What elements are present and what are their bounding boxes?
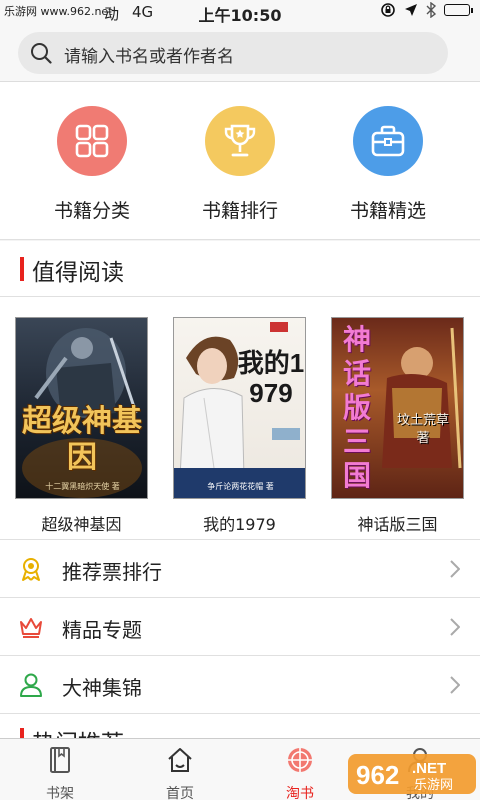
book-card[interactable]: 超级神基因 十二翼黑暗炽天使 著 超级神基因 xyxy=(15,317,148,535)
list-item-label: 大神集锦 xyxy=(62,676,142,700)
tab-label: 书架 xyxy=(46,786,74,800)
book-cover[interactable]: 超级神基因 十二翼黑暗炽天使 著 xyxy=(15,317,148,499)
list-item-label: 精品专题 xyxy=(62,618,142,642)
category-book-classify[interactable]: 书籍分类 xyxy=(22,106,162,223)
book-cover[interactable]: 我的1979 争斤论两花花帽 著 xyxy=(173,317,306,499)
battery-icon xyxy=(444,4,473,16)
category-shortcuts: 书籍分类 书籍排行 书籍精选 xyxy=(0,82,480,240)
section-header-recommend: 值得阅读 xyxy=(0,241,480,297)
briefcase-icon xyxy=(353,106,423,176)
list-item-master-collection[interactable]: 大神集锦 xyxy=(0,656,480,714)
cover-title-text: 我的1979 xyxy=(237,348,305,408)
section-title: 值得阅读 xyxy=(32,260,124,286)
cover-author-text: 争斤论两花花帽 著 xyxy=(207,482,274,491)
ribbon-icon xyxy=(22,558,40,581)
grid-icon xyxy=(57,106,127,176)
list-item-premium-topics[interactable]: 精品专题 xyxy=(0,598,480,656)
bluetooth-icon xyxy=(426,2,436,18)
search-bar[interactable]: 请输入书名或者作者名 xyxy=(18,32,448,74)
tab-explore[interactable]: 淘书 xyxy=(240,745,360,800)
home-icon xyxy=(168,748,192,772)
crown-icon xyxy=(20,618,42,638)
cover-author-text: 坟土荒草 著 xyxy=(396,413,449,446)
cover-art-man xyxy=(174,322,305,498)
tab-label: 首页 xyxy=(166,786,194,800)
section-accent-bar xyxy=(20,257,24,281)
tab-home[interactable]: 首页 xyxy=(120,745,240,800)
category-label: 书籍分类 xyxy=(53,200,130,222)
cover-title-text: 神话版三国 xyxy=(342,325,371,492)
book-cover[interactable]: 神话版三国 坟土荒草 著 xyxy=(331,317,464,499)
tab-bookshelf[interactable]: 书架 xyxy=(0,745,120,800)
status-bar: 乐游网 www.962.net 动 4G 上午10:50 xyxy=(0,0,480,25)
person-icon xyxy=(20,673,42,697)
tab-label: 淘书 xyxy=(286,786,314,800)
book-card[interactable]: 神话版三国 坟土荒草 著 神话版三国 xyxy=(331,317,464,535)
search-placeholder[interactable]: 请输入书名或者作者名 xyxy=(64,42,234,67)
bottom-tab-bar: 书架 首页 淘书 我的 962 .NET 乐游网 xyxy=(0,738,480,800)
list-item-ticket-ranking[interactable]: 推荐票排行 xyxy=(0,540,480,598)
book-title: 神话版三国 xyxy=(357,515,438,534)
chevron-right-icon xyxy=(450,676,460,694)
category-book-featured[interactable]: 书籍精选 xyxy=(318,106,458,223)
cover-author-text: 十二翼黑暗炽天使 著 xyxy=(45,482,120,491)
feature-list: 推荐票排行 精品专题 大神集锦 xyxy=(0,540,480,714)
svg-text:.NET: .NET xyxy=(412,760,446,777)
location-icon xyxy=(405,4,417,16)
bookshelf-icon xyxy=(50,747,70,773)
category-label: 书籍精选 xyxy=(349,200,426,222)
site-watermark-logo: 962 .NET 乐游网 xyxy=(348,754,476,794)
rotation-lock-icon xyxy=(381,3,395,17)
trophy-icon xyxy=(205,106,275,176)
book-title: 超级神基因 xyxy=(41,515,122,534)
list-item-label: 推荐票排行 xyxy=(62,560,162,584)
category-book-ranking[interactable]: 书籍排行 xyxy=(170,106,310,223)
status-icons xyxy=(380,2,473,18)
chevron-right-icon xyxy=(450,618,460,636)
book-grid: 超级神基因 十二翼黑暗炽天使 著 超级神基因 我的1979 争斤论两花花帽 著 … xyxy=(0,297,480,540)
book-title: 我的1979 xyxy=(203,515,276,534)
svg-text:962: 962 xyxy=(356,760,399,790)
svg-text:乐游网: 乐游网 xyxy=(414,778,453,793)
cover-title-text: 超级神基因 xyxy=(22,405,142,474)
search-area: 请输入书名或者作者名 xyxy=(0,24,480,82)
search-icon xyxy=(31,43,52,64)
explore-icon xyxy=(288,748,312,772)
chevron-right-icon xyxy=(450,560,460,578)
book-card[interactable]: 我的1979 争斤论两花花帽 著 我的1979 xyxy=(173,317,306,535)
category-label: 书籍排行 xyxy=(201,200,278,222)
